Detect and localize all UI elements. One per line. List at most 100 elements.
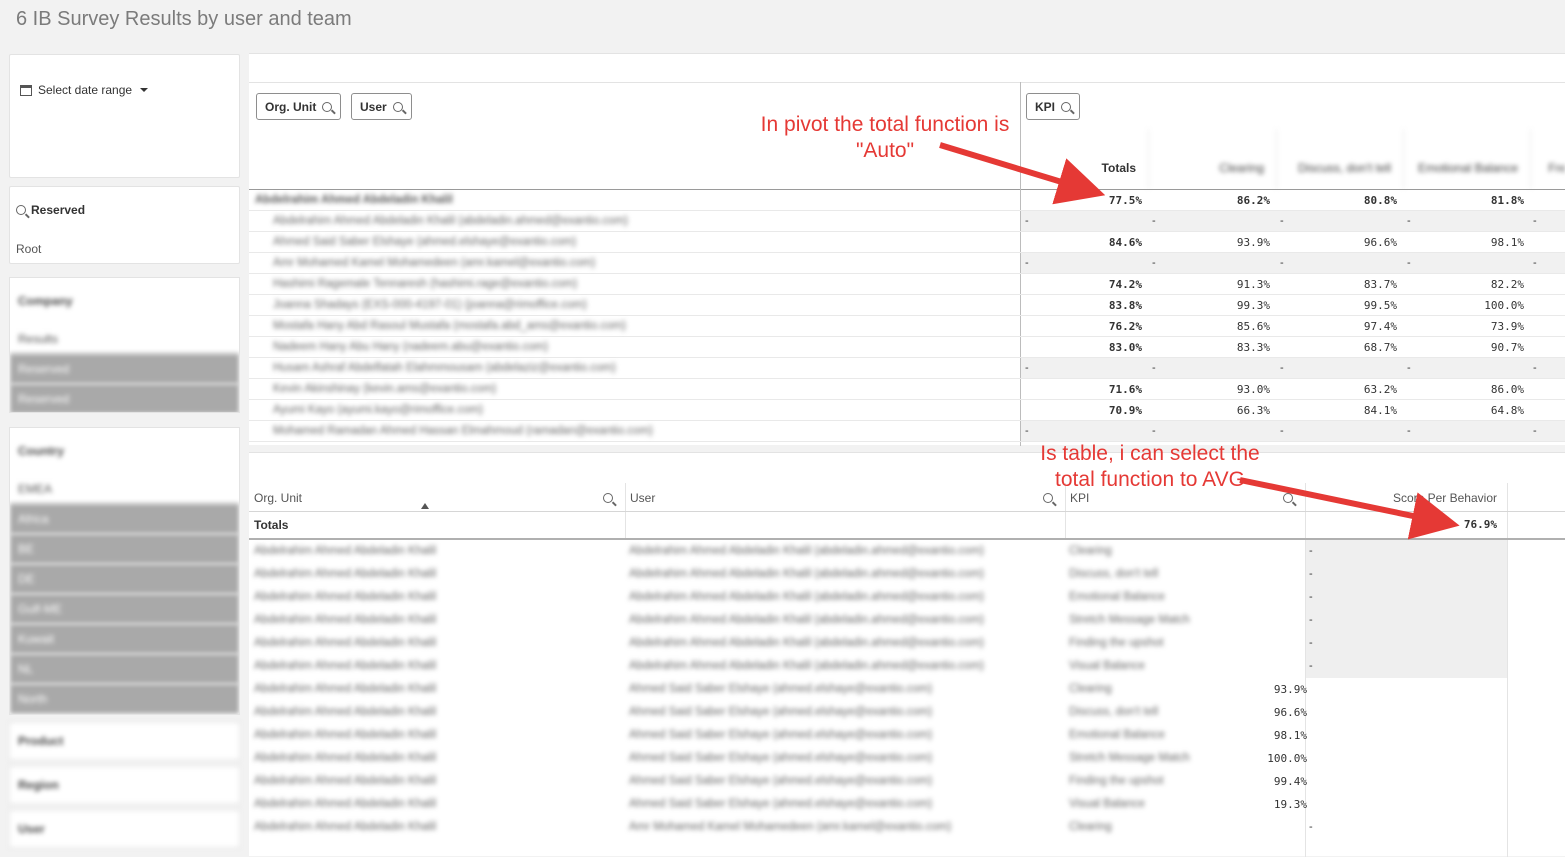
table-cell-kpi[interactable]: Stretch Message Match: [1069, 614, 1289, 626]
pivot-row[interactable]: Abdelrahim Ahmed Abdeladin Khalil (abdel…: [249, 211, 1565, 232]
sort-ascending-icon[interactable]: [421, 503, 429, 509]
col-header-kpi[interactable]: Emotional Balance: [1403, 129, 1530, 189]
table-row[interactable]: Abdelrahim Ahmed Abdeladin Khalil Ahmed S…: [249, 770, 1565, 793]
table-row[interactable]: Abdelrahim Ahmed Abdeladin Khalil Abdelra…: [249, 586, 1565, 609]
list-item[interactable]: DE: [10, 564, 239, 594]
pivot-row-label[interactable]: Ayumi Kayo (ayumi.kayo@rimoffice.com): [273, 404, 793, 416]
pivot-row-label[interactable]: Hashimi Ragemale Tennaresh (hashimi.rage…: [273, 278, 793, 290]
dimension-user-button[interactable]: User: [351, 93, 412, 120]
list-item[interactable]: Kuwait: [10, 624, 239, 654]
table-row[interactable]: Abdelrahim Ahmed Abdeladin Khalil Abdelra…: [249, 655, 1565, 678]
table-cell-score[interactable]: -: [1309, 637, 1313, 649]
search-icon[interactable]: [1043, 493, 1053, 503]
pivot-row[interactable]: Kevin Akinshinay (kevin.ams@exantio.com)…: [249, 379, 1565, 400]
table-cell-user[interactable]: Abdelrahim Ahmed Abdeladin Khalil (abdel…: [629, 568, 1049, 580]
table-cell-score[interactable]: 19.3%: [1274, 798, 1307, 811]
table-cell-user[interactable]: Ahmed Said Saber Elshaye (ahmed.elshaye@…: [629, 775, 1049, 787]
table-cell-orgunit[interactable]: Abdelrahim Ahmed Abdeladin Khalil: [254, 660, 614, 672]
table-cell-orgunit[interactable]: Abdelrahim Ahmed Abdeladin Khalil: [254, 752, 614, 764]
list-item[interactable]: Reserved: [10, 354, 239, 384]
table-row[interactable]: Abdelrahim Ahmed Abdeladin Khalil Ahmed S…: [249, 724, 1565, 747]
table-cell-kpi[interactable]: Emotional Balance: [1069, 591, 1289, 603]
pivot-row-label[interactable]: Abdelrahim Ahmed Abdeladin Khalil (abdel…: [273, 215, 793, 227]
table-cell-kpi[interactable]: Stretch Message Match: [1069, 752, 1289, 764]
table-cell-orgunit[interactable]: Abdelrahim Ahmed Abdeladin Khalil: [254, 798, 614, 810]
table-cell-user[interactable]: Ahmed Said Saber Elshaye (ahmed.elshaye@…: [629, 683, 1049, 695]
table-cell-user[interactable]: Ahmed Said Saber Elshaye (ahmed.elshaye@…: [629, 798, 1049, 810]
date-range-button[interactable]: Select date range: [20, 83, 149, 97]
pivot-row-label[interactable]: Joanna Shadays (EXS-000-4197-01) (joanna…: [273, 299, 793, 311]
table-cell-orgunit[interactable]: Abdelrahim Ahmed Abdeladin Khalil: [254, 591, 614, 603]
reserved-filter[interactable]: Reserved Root: [9, 186, 240, 264]
table-row[interactable]: Abdelrahim Ahmed Abdeladin Khalil Abdelra…: [249, 540, 1565, 563]
search-icon[interactable]: [603, 493, 613, 503]
table-cell-user[interactable]: Abdelrahim Ahmed Abdeladin Khalil (abdel…: [629, 660, 1049, 672]
table-cell-score[interactable]: 93.9%: [1274, 683, 1307, 696]
table-cell-orgunit[interactable]: Abdelrahim Ahmed Abdeladin Khalil: [254, 775, 614, 787]
list-item[interactable]: EMEA: [10, 474, 239, 504]
table-cell-user[interactable]: Ahmed Said Saber Elshaye (ahmed.elshaye@…: [629, 729, 1049, 741]
pivot-row-label[interactable]: Mostafa Hany Abd Rasoul Mustafa (mostafa…: [273, 320, 793, 332]
pivot-row-label[interactable]: Nadeem Hany Abu Hany (nadeem.abu@exantio…: [273, 341, 793, 353]
table-header-score[interactable]: Score Per Behavior: [1305, 483, 1507, 511]
list-item[interactable]: North: [10, 684, 239, 714]
table-cell-user[interactable]: Abdelrahim Ahmed Abdeladin Khalil (abdel…: [629, 637, 1049, 649]
table-cell-kpi[interactable]: Clearing: [1069, 683, 1289, 695]
table-cell-kpi[interactable]: Clearing: [1069, 821, 1289, 833]
table-row[interactable]: Abdelrahim Ahmed Abdeladin Khalil Ahmed S…: [249, 678, 1565, 701]
col-header-kpi[interactable]: Frequency: [1530, 129, 1565, 189]
pivot-row[interactable]: Ayumi Kayo (ayumi.kayo@rimoffice.com) 70.…: [249, 400, 1565, 421]
table-cell-user[interactable]: Amr Mohamed Kamel Mohamedeen (amr.kamel@…: [629, 821, 1049, 833]
list-item[interactable]: Reserved: [10, 384, 239, 412]
table-cell-score[interactable]: -: [1309, 545, 1313, 557]
col-header-totals[interactable]: Totals: [1021, 129, 1148, 189]
table-cell-score[interactable]: 100.0%: [1267, 752, 1307, 765]
table-cell-kpi[interactable]: Clearing: [1069, 545, 1289, 557]
pivot-row-label[interactable]: Kevin Akinshinay (kevin.ams@exantio.com): [273, 383, 793, 395]
table-cell-score[interactable]: -: [1309, 821, 1313, 833]
region-filter[interactable]: Region: [9, 766, 240, 804]
table-cell-score[interactable]: -: [1309, 660, 1313, 672]
table-cell-orgunit[interactable]: Abdelrahim Ahmed Abdeladin Khalil: [254, 683, 614, 695]
table-cell-kpi[interactable]: Visual Balance: [1069, 660, 1289, 672]
list-item[interactable]: Gulf-ME: [10, 594, 239, 624]
table-cell-kpi[interactable]: Finding the upshot: [1069, 775, 1289, 787]
dimension-kpi-button[interactable]: KPI: [1026, 93, 1081, 120]
country-filter-list[interactable]: Country EMEA Africa BE DE Gulf-ME Kuwait…: [9, 427, 240, 715]
col-header-kpi[interactable]: Discuss, don't tell: [1276, 129, 1403, 189]
pivot-row[interactable]: Nadeem Hany Abu Hany (nadeem.abu@exantio…: [249, 337, 1565, 358]
search-icon[interactable]: [1283, 493, 1293, 503]
table-cell-user[interactable]: Abdelrahim Ahmed Abdeladin Khalil (abdel…: [629, 591, 1049, 603]
table-cell-kpi[interactable]: Discuss, don't tell: [1069, 568, 1289, 580]
table-cell-orgunit[interactable]: Abdelrahim Ahmed Abdeladin Khalil: [254, 545, 614, 557]
col-header-kpi[interactable]: Clearing: [1148, 129, 1276, 189]
dimension-orgunit-button[interactable]: Org. Unit: [256, 93, 342, 120]
list-item[interactable]: Africa: [10, 504, 239, 534]
table-cell-score[interactable]: -: [1309, 568, 1313, 580]
pivot-row[interactable]: Mostafa Hany Abd Rasoul Mustafa (mostafa…: [249, 316, 1565, 337]
table-cell-kpi[interactable]: Discuss, don't tell: [1069, 706, 1289, 718]
table-row[interactable]: Abdelrahim Ahmed Abdeladin Khalil Abdelra…: [249, 609, 1565, 632]
table-row[interactable]: Abdelrahim Ahmed Abdeladin Khalil Abdelra…: [249, 632, 1565, 655]
pivot-row[interactable]: Abdelrahim Ahmed Abdeladin Khalil 77.5% 86…: [249, 190, 1565, 211]
pivot-row-label[interactable]: Husam Ashraf Abdelfatah Elahmmousam (abd…: [273, 362, 793, 374]
pivot-row[interactable]: Ahmed Said Saber Elshaye (ahmed.elshaye@…: [249, 232, 1565, 253]
pivot-row[interactable]: Amr Mohamed Kamel Mohamedeen (amr.kamel@…: [249, 253, 1565, 274]
pivot-row-label[interactable]: Ahmed Said Saber Elshaye (ahmed.elshaye@…: [273, 236, 793, 248]
table-cell-orgunit[interactable]: Abdelrahim Ahmed Abdeladin Khalil: [254, 729, 614, 741]
pivot-row[interactable]: Husam Ashraf Abdelfatah Elahmmousam (abd…: [249, 358, 1565, 379]
table-cell-orgunit[interactable]: Abdelrahim Ahmed Abdeladin Khalil: [254, 614, 614, 626]
table-cell-kpi[interactable]: Visual Balance: [1069, 798, 1289, 810]
list-item[interactable]: Results: [10, 324, 239, 354]
pivot-row-label[interactable]: Abdelrahim Ahmed Abdeladin Khalil: [255, 194, 775, 206]
pivot-row-label[interactable]: Mohamed Ramadan Ahmed Hassan Elmahmoud (…: [273, 425, 793, 437]
table-cell-orgunit[interactable]: Abdelrahim Ahmed Abdeladin Khalil: [254, 637, 614, 649]
table-cell-kpi[interactable]: Finding the upshot: [1069, 637, 1289, 649]
table-cell-score[interactable]: 98.1%: [1274, 729, 1307, 742]
table-cell-user[interactable]: Abdelrahim Ahmed Abdeladin Khalil (abdel…: [629, 545, 1049, 557]
product-filter[interactable]: Product: [9, 722, 240, 760]
table-cell-score[interactable]: -: [1309, 591, 1313, 603]
table-header-orgunit[interactable]: Org. Unit: [249, 483, 625, 511]
list-item[interactable]: NL: [10, 654, 239, 684]
pivot-row[interactable]: Mohamed Ramadan Ahmed Hassan Elmahmoud (…: [249, 421, 1565, 442]
